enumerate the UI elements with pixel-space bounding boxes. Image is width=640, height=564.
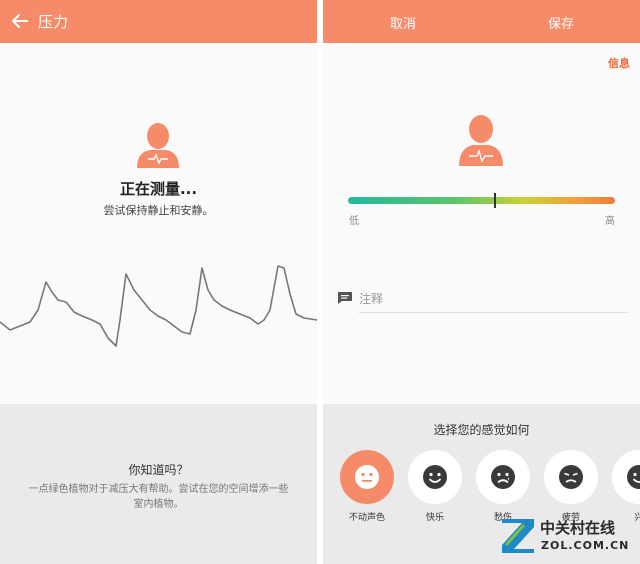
measuring-title: 正在测量... — [119, 180, 198, 198]
mood-title: 选择您的感觉如何 — [433, 423, 530, 437]
tired-face-icon — [559, 465, 583, 489]
mood-circle — [544, 450, 598, 504]
happy-face-icon — [423, 465, 447, 489]
measuring-subtitle: 尝试保持静止和安静。 — [103, 204, 214, 217]
scale-low-label: 低 — [349, 216, 359, 227]
scale-high-label: 高 — [605, 216, 615, 227]
sad-face-icon — [491, 465, 515, 489]
tip-title: 你知道吗？ — [128, 463, 189, 477]
zol-watermark: 中关村在线 ZOL.COM.CN — [500, 513, 635, 559]
mood-option-happy[interactable]: 快乐 — [408, 450, 462, 523]
person-heartbeat-icon — [459, 115, 503, 166]
app-bar: 取消 保存 — [323, 0, 640, 43]
save-button[interactable]: 保存 — [548, 13, 574, 32]
stress-level-marker — [493, 193, 496, 208]
arrow-left-icon[interactable] — [8, 9, 32, 33]
page-title: 压力 — [38, 13, 69, 31]
comment-icon — [338, 292, 352, 304]
info-link[interactable]: 信息 — [608, 55, 630, 71]
cancel-button[interactable]: 取消 — [390, 13, 416, 32]
partial-face-icon — [627, 465, 640, 489]
neutral-face-icon — [355, 465, 379, 489]
watermark-en: ZOL.COM.CN — [541, 539, 630, 552]
note-input[interactable] — [359, 285, 627, 313]
watermark-cn: 中关村在线 — [540, 519, 616, 537]
stress-scale-bar — [348, 197, 615, 204]
mood-option-neutral[interactable]: 不动声色 — [340, 450, 394, 523]
stress-result-screen: 取消 保存 信息 低 高 选择您的感觉如何 不动声色 — [323, 0, 640, 564]
mood-circle — [612, 450, 640, 504]
mood-circle — [340, 450, 394, 504]
stress-measuring-screen: 压力 正在测量... 尝试保持静止和安静。 你知道吗？ 一点绿色植物对于减压大有… — [0, 0, 317, 564]
zol-logo-icon — [502, 519, 534, 553]
mood-circle — [476, 450, 530, 504]
app-bar: 压力 — [0, 0, 317, 43]
tip-body: 一点绿色植物对于减压大有帮助。尝试在您的空间增添一些室内植物。 — [28, 484, 289, 510]
heart-rate-waveform — [0, 265, 317, 347]
person-heartbeat-icon — [137, 123, 179, 168]
mood-circle — [408, 450, 462, 504]
mood-label: 快乐 — [425, 513, 444, 523]
mood-label: 不动声色 — [348, 513, 385, 523]
